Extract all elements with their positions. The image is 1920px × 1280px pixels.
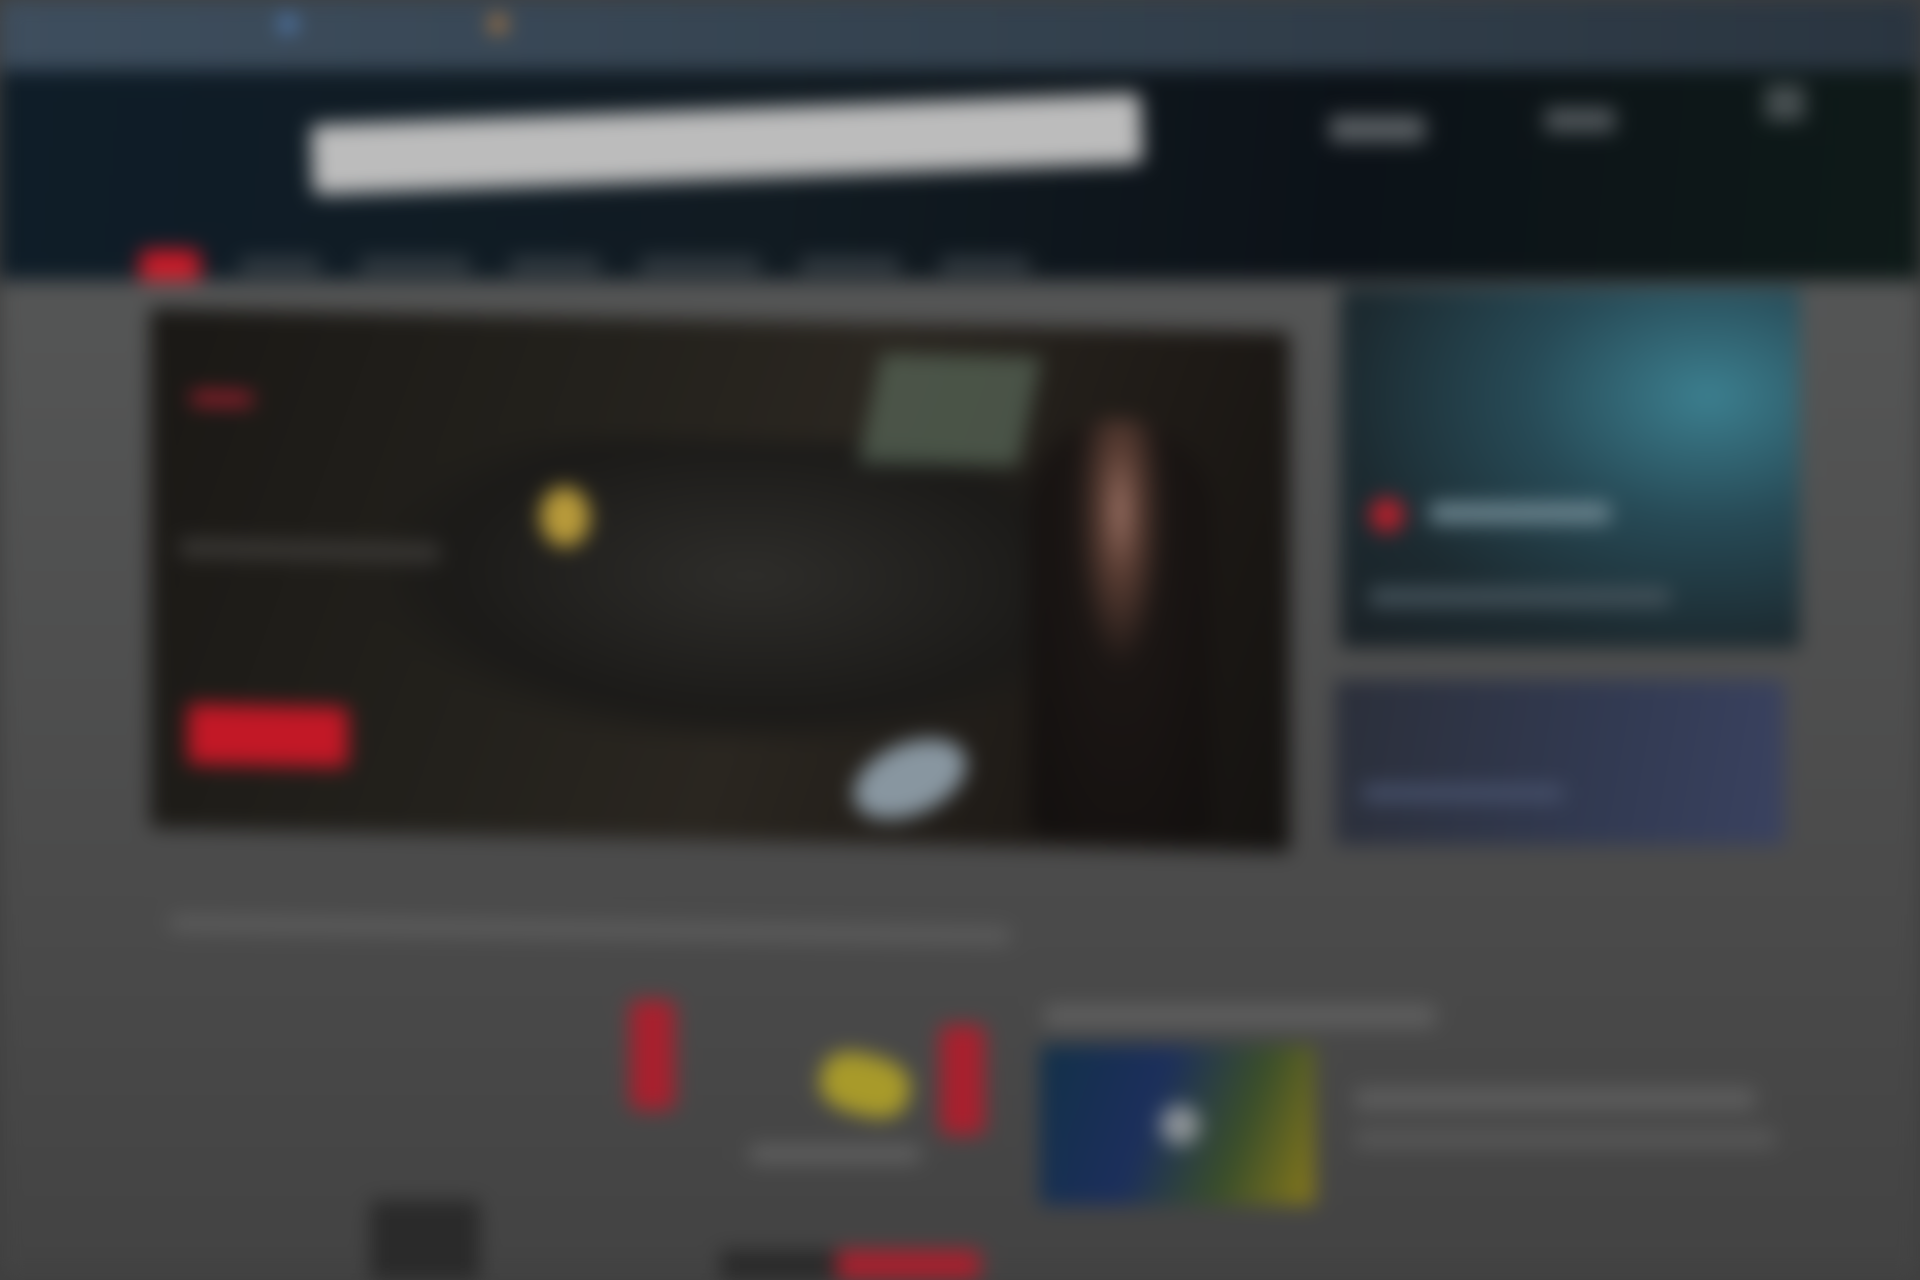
hero-banner[interactable] bbox=[150, 308, 1290, 852]
nav-item[interactable] bbox=[360, 258, 470, 272]
hero-car-image bbox=[390, 433, 1110, 749]
product-image[interactable] bbox=[630, 1000, 675, 1110]
nav-item[interactable] bbox=[800, 258, 900, 272]
nav-item-label bbox=[640, 258, 641, 259]
side-card-meta-text bbox=[1363, 785, 1364, 786]
nav-item-label bbox=[510, 258, 511, 259]
side-card-meta bbox=[1430, 503, 1610, 523]
product-image[interactable] bbox=[370, 1200, 480, 1280]
header-link-cart-label bbox=[1545, 108, 1546, 109]
featured-article-subtitle-text bbox=[1355, 1130, 1356, 1131]
nav-item-label bbox=[800, 258, 801, 259]
hero-subtitle-text bbox=[180, 539, 181, 540]
featured-article-subtitle bbox=[1355, 1130, 1775, 1148]
featured-heading bbox=[1045, 1005, 1435, 1027]
featured-article-title-text bbox=[1355, 1088, 1356, 1089]
site-logo[interactable] bbox=[140, 105, 290, 155]
featured-article-title[interactable] bbox=[1355, 1088, 1755, 1110]
nav-item-label bbox=[360, 258, 361, 259]
featured-heading-text bbox=[1045, 1005, 1046, 1006]
hero-title-accent bbox=[192, 391, 252, 406]
nav-item-label bbox=[240, 258, 241, 259]
tab-favicon-icon[interactable] bbox=[280, 16, 296, 32]
nav-item[interactable] bbox=[940, 258, 1030, 272]
section-heading-text bbox=[170, 915, 171, 916]
nav-item[interactable] bbox=[240, 258, 320, 272]
side-card-footer bbox=[1370, 588, 1670, 606]
hamburger-menu-icon[interactable] bbox=[1765, 88, 1805, 124]
product-image[interactable] bbox=[940, 1025, 985, 1135]
hero-person-image bbox=[1030, 416, 1210, 841]
product-grid bbox=[150, 960, 1030, 1280]
play-icon[interactable] bbox=[1160, 1105, 1200, 1145]
hero-cta-button[interactable] bbox=[188, 703, 348, 768]
product-label[interactable] bbox=[750, 1145, 920, 1163]
side-promo-card-top[interactable] bbox=[1340, 288, 1800, 648]
screen bbox=[0, 0, 1920, 1280]
hero-product-image bbox=[540, 486, 590, 548]
hero-window-image bbox=[858, 353, 1042, 467]
nav-item[interactable] bbox=[640, 258, 760, 272]
browser-tab-bar bbox=[0, 0, 1920, 70]
tab-favicon-icon[interactable] bbox=[490, 16, 506, 32]
nav-item-label bbox=[940, 258, 941, 259]
side-card-meta bbox=[1363, 785, 1563, 801]
header-link-account-label bbox=[1330, 116, 1331, 117]
hero-title bbox=[180, 364, 740, 436]
product-image[interactable] bbox=[720, 1250, 980, 1280]
nav-item[interactable] bbox=[510, 258, 600, 272]
side-card-meta-text bbox=[1430, 503, 1431, 504]
header-link-cart[interactable] bbox=[1545, 108, 1615, 132]
header-link-account[interactable] bbox=[1330, 116, 1425, 142]
side-promo-card-bottom[interactable] bbox=[1335, 680, 1785, 845]
product-image[interactable] bbox=[813, 1044, 917, 1126]
featured-video-thumbnail[interactable] bbox=[1040, 1045, 1315, 1205]
red-circle-icon bbox=[1370, 498, 1404, 532]
